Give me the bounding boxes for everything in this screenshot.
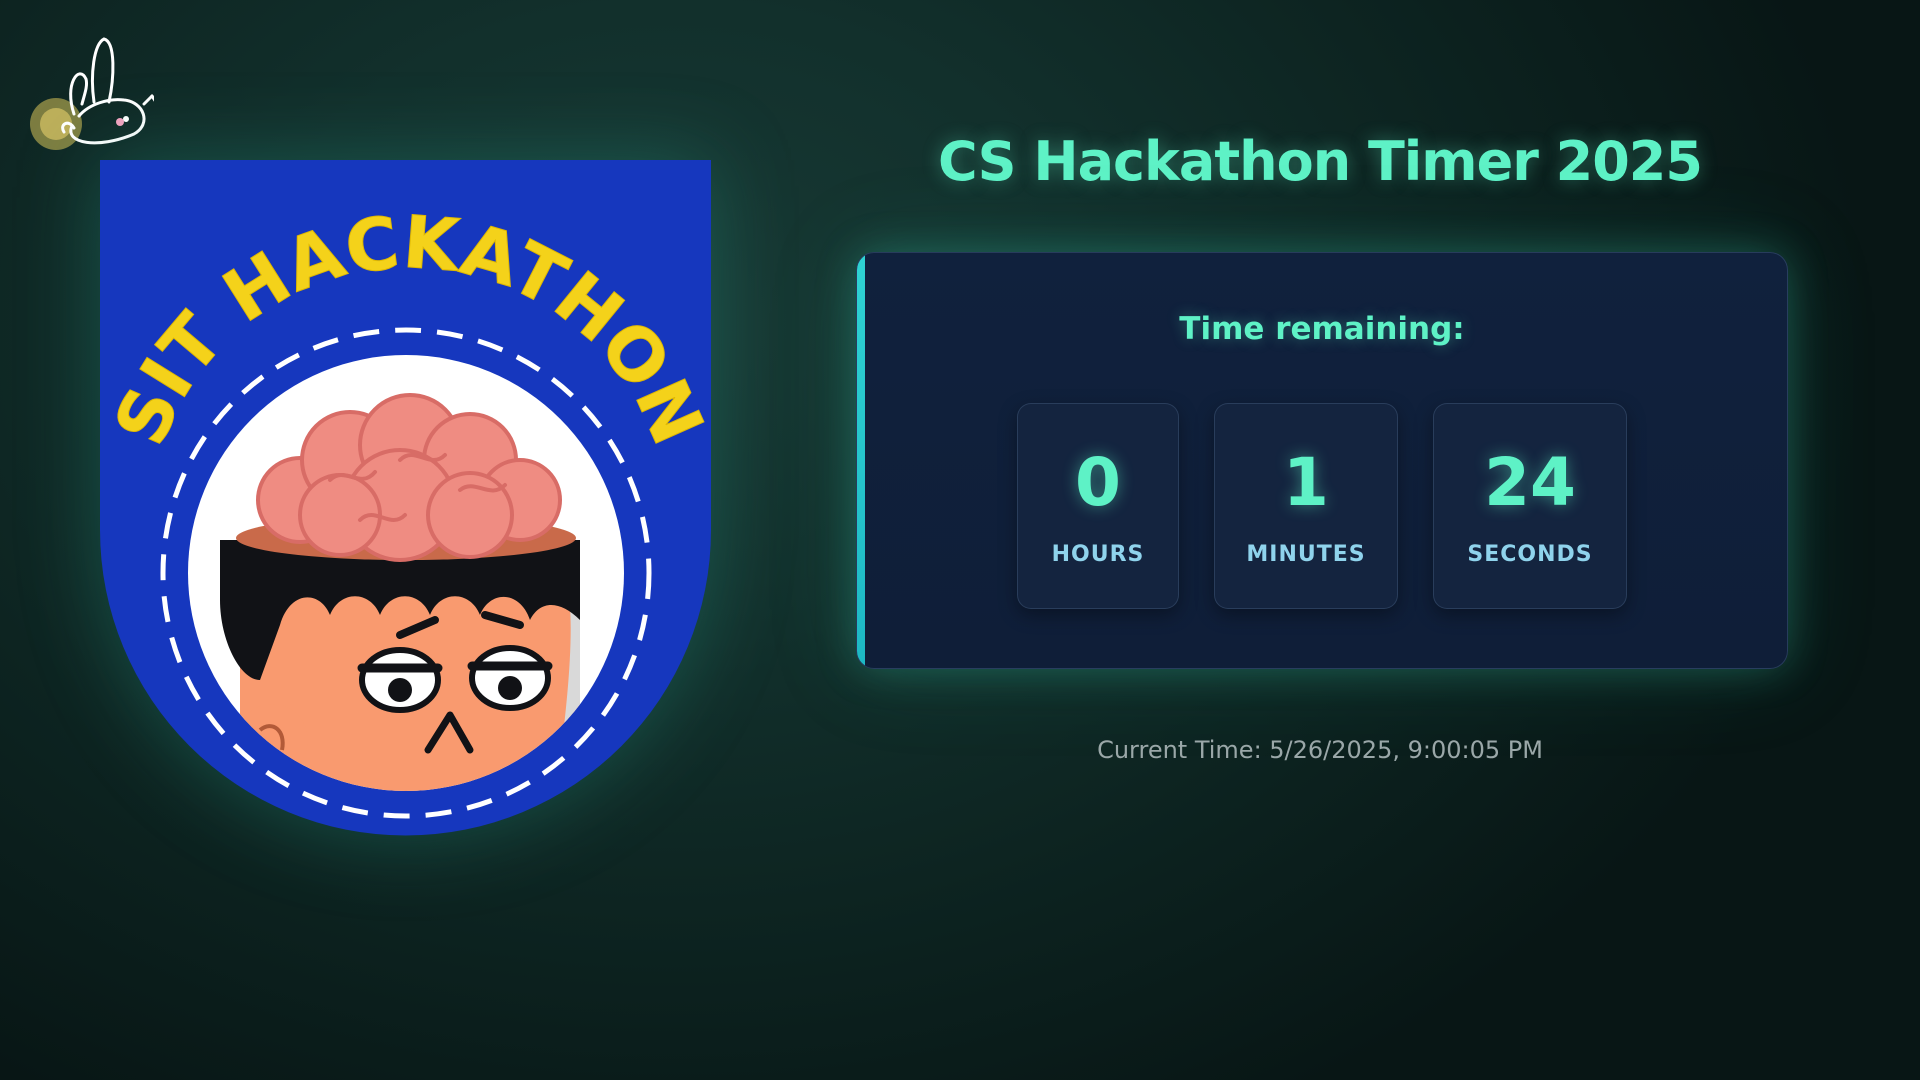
hours-label: HOURS — [1051, 542, 1145, 567]
page-title: CS Hackathon Timer 2025 — [938, 130, 1703, 193]
seconds-box: 24 SECONDS — [1433, 403, 1627, 609]
minutes-box: 1 MINUTES — [1214, 403, 1398, 609]
current-time: Current Time: 5/26/2025, 9:00:05 PM — [1097, 736, 1543, 764]
minutes-label: MINUTES — [1246, 542, 1366, 567]
hours-value: 0 — [1075, 444, 1121, 521]
bunny-icon — [24, 24, 158, 154]
timer-card: Time remaining: 0 HOURS 1 MINUTES 24 SEC… — [856, 252, 1788, 669]
seconds-label: SECONDS — [1467, 542, 1593, 567]
minutes-value: 1 — [1283, 444, 1329, 521]
time-remaining-label: Time remaining: — [1179, 311, 1465, 347]
seconds-value: 24 — [1484, 444, 1576, 521]
hackathon-logo: SIT HACKATHON — [98, 160, 720, 845]
hours-box: 0 HOURS — [1017, 403, 1179, 609]
